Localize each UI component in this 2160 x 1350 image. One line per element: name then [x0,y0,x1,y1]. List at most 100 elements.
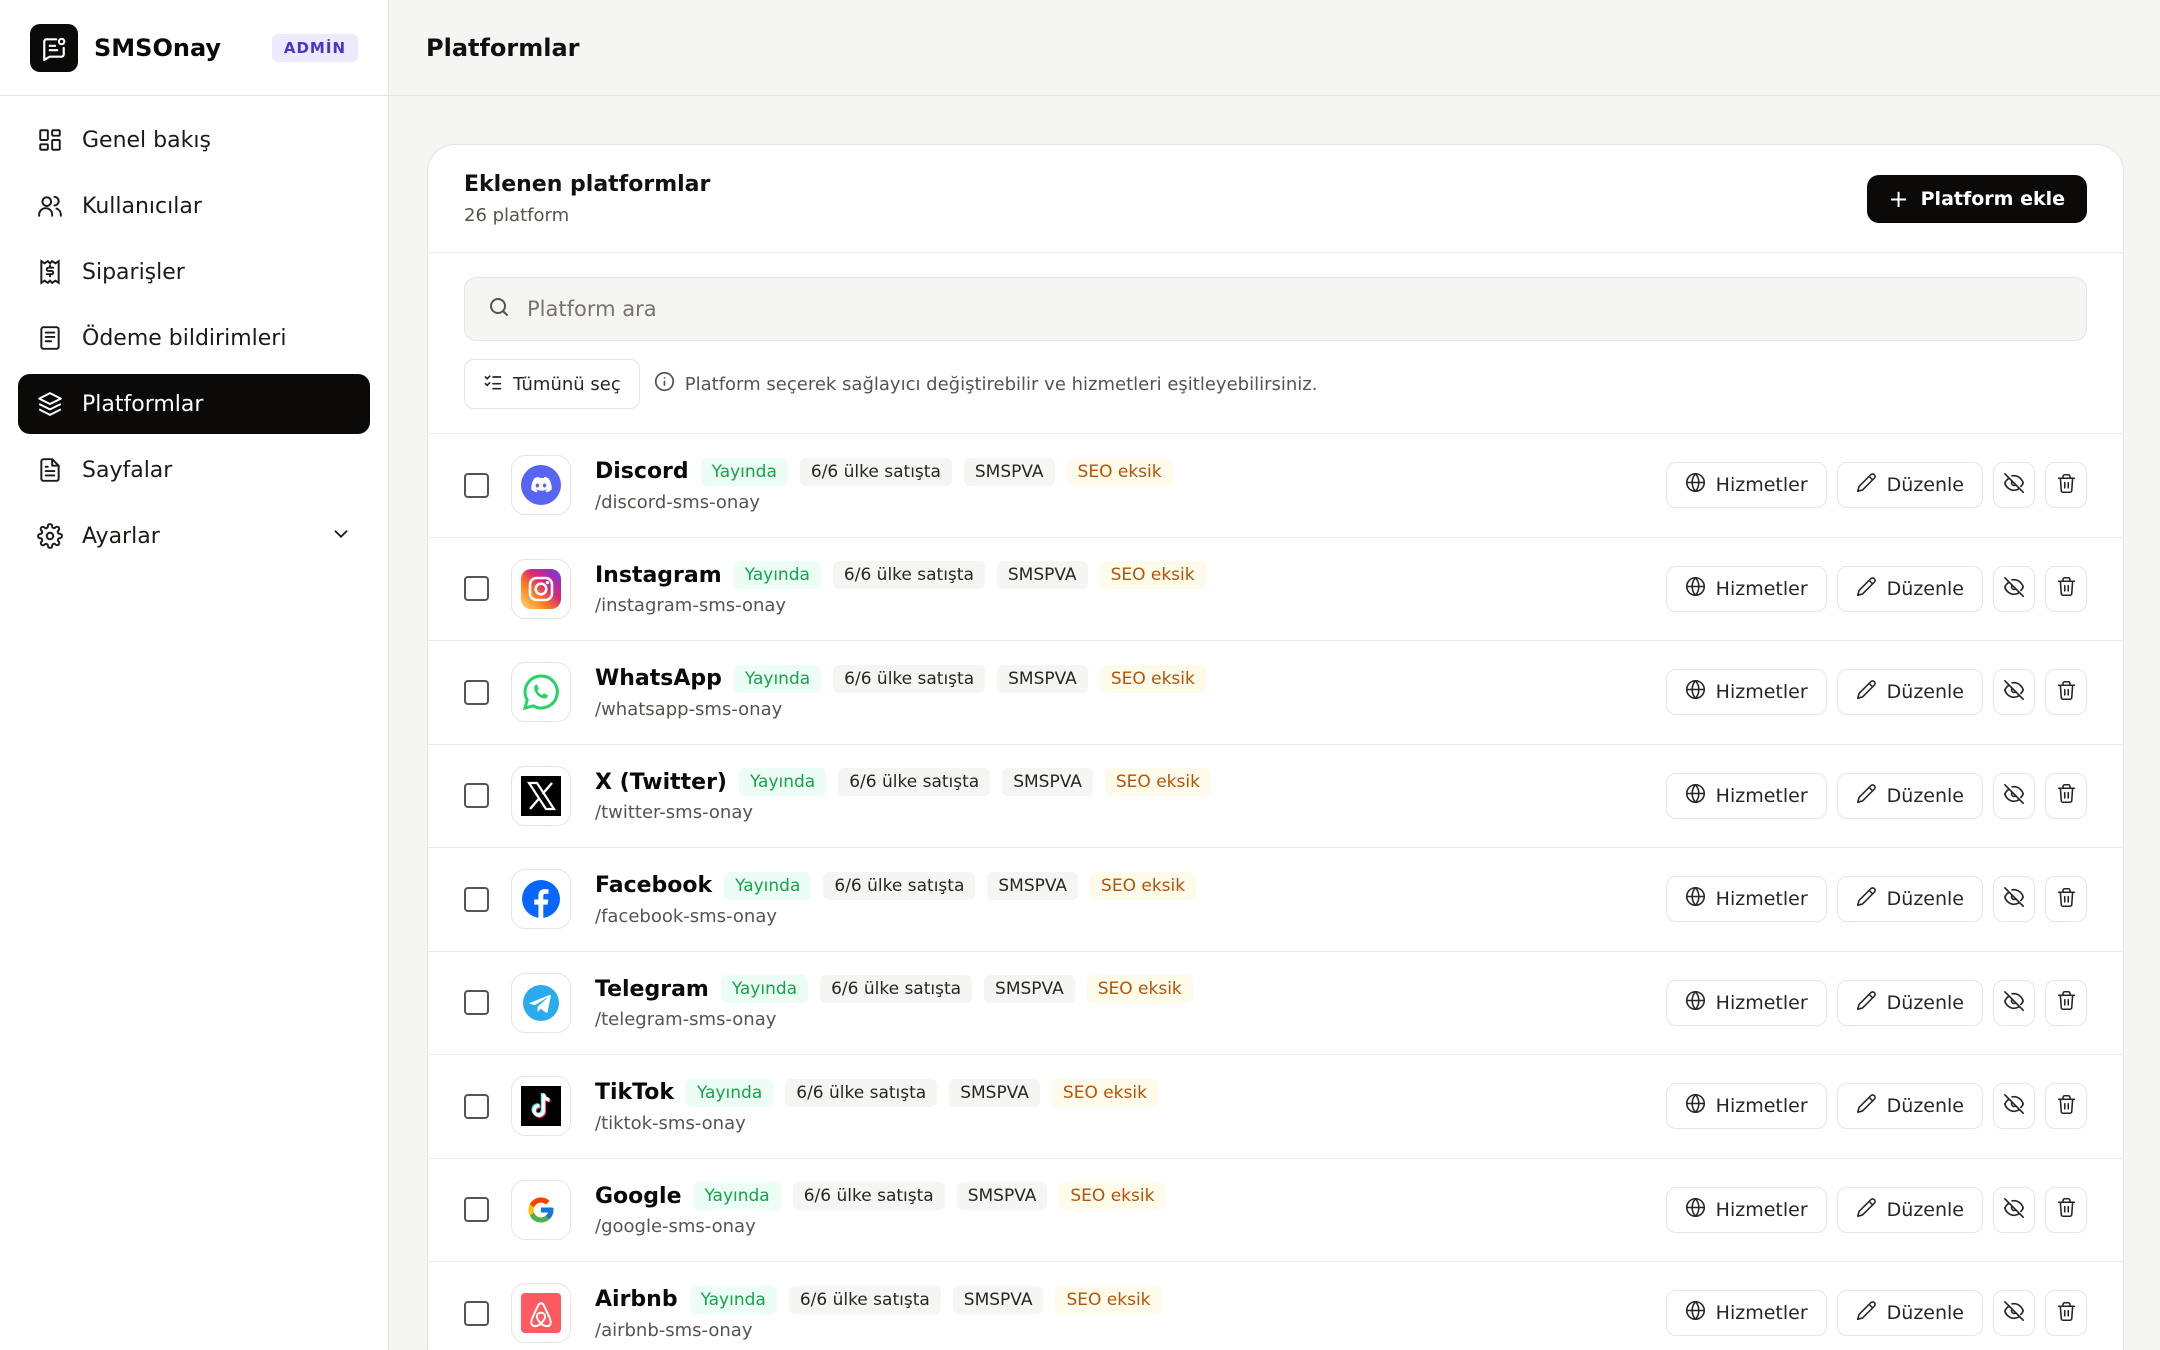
edit-button[interactable]: Düzenle [1836,669,1983,716]
trash-icon [2056,576,2077,601]
pencil-icon [1856,472,1877,498]
services-button[interactable]: Hizmetler [1665,1186,1827,1233]
seo-badge: SEO eksik [1066,457,1173,486]
provider-badge: SMSPVA [949,1078,1040,1107]
status-badge: Yayında [733,664,822,693]
sidebar-item-users[interactable]: Kullanıcılar [18,176,370,236]
edit-button[interactable]: Düzenle [1836,565,1983,612]
hide-button[interactable] [1993,462,2035,509]
platform-info: X (Twitter) Yayında 6/6 ülke satışta SMS… [595,768,1211,823]
row-actions: Hizmetler Düzenle [1656,1290,2087,1337]
delete-button[interactable] [2045,669,2087,716]
edit-label: Düzenle [1886,991,1964,1014]
card-title: Eklenen platformlar [464,171,711,197]
services-button[interactable]: Hizmetler [1665,1083,1827,1130]
row-checkbox[interactable] [464,472,489,498]
sidebar-item-overview[interactable]: Genel bakış [18,110,370,170]
delete-button[interactable] [2045,1186,2087,1233]
eye-off-icon [2003,1093,2025,1119]
eye-off-icon [2003,1197,2025,1223]
delete-button[interactable] [2045,772,2087,819]
services-button[interactable]: Hizmetler [1665,772,1827,819]
platform-name: Google [595,1183,682,1209]
edit-button[interactable]: Düzenle [1836,876,1983,923]
services-button[interactable]: Hizmetler [1665,669,1827,716]
row-checkbox[interactable] [464,1300,489,1326]
hide-button[interactable] [1993,772,2035,819]
delete-button[interactable] [2045,1290,2087,1337]
services-button[interactable]: Hizmetler [1665,876,1827,923]
services-button[interactable]: Hizmetler [1665,979,1827,1026]
list-tools: Tümünü seç Platform seçerek sağlayıcı de… [464,359,2087,409]
hide-button[interactable] [1993,979,2035,1026]
hint: Platform seçerek sağlayıcı değiştirebili… [654,371,1317,397]
row-checkbox[interactable] [464,886,489,912]
sidebar-item-pages[interactable]: Sayfalar [18,440,370,500]
countries-badge: 6/6 ülke satışta [820,975,973,1004]
services-button[interactable]: Hizmetler [1665,462,1827,509]
sidebar-item-settings[interactable]: Ayarlar [18,506,370,566]
hide-button[interactable] [1993,1083,2035,1130]
delete-button[interactable] [2045,1083,2087,1130]
trash-icon [2056,473,2077,498]
file-text-icon [36,456,64,484]
search-input[interactable] [527,297,1927,321]
edit-button[interactable]: Düzenle [1836,772,1983,819]
globe-icon [1685,1300,1706,1326]
countries-badge: 6/6 ülke satışta [792,1182,945,1211]
edit-button[interactable]: Düzenle [1836,1083,1983,1130]
select-all-button[interactable]: Tümünü seç [464,359,640,409]
status-badge: Yayında [693,1182,781,1211]
gear-icon [36,522,64,550]
add-platform-button[interactable]: + Platform ekle [1866,174,2087,223]
countries-badge: 6/6 ülke satışta [832,561,985,590]
services-label: Hizmetler [1715,888,1808,911]
row-actions: Hizmetler Düzenle [1656,979,2087,1026]
discord-icon [511,455,571,516]
sidebar-item-label: Platformlar [82,391,204,417]
table-row: Facebook Yayında 6/6 ülke satışta SMSPVA… [428,848,2123,952]
row-checkbox[interactable] [464,1197,489,1223]
list-doc-icon [36,324,64,352]
row-actions: Hizmetler Düzenle [1656,565,2087,612]
edit-button[interactable]: Düzenle [1836,979,1983,1026]
hide-button[interactable] [1993,669,2035,716]
row-actions: Hizmetler Düzenle [1656,1083,2087,1130]
edit-button[interactable]: Düzenle [1836,1186,1983,1233]
seo-badge: SEO eksik [1086,975,1193,1004]
row-checkbox[interactable] [464,783,489,809]
delete-button[interactable] [2045,462,2087,509]
search-icon [487,295,511,323]
edit-button[interactable]: Düzenle [1836,462,1983,509]
edit-label: Düzenle [1886,1095,1964,1118]
globe-icon [1685,679,1706,705]
row-checkbox[interactable] [464,1093,489,1119]
pencil-icon [1856,679,1877,705]
edit-button[interactable]: Düzenle [1836,1290,1983,1337]
services-button[interactable]: Hizmetler [1665,1290,1827,1337]
edit-label: Düzenle [1886,474,1964,497]
hide-button[interactable] [1993,1290,2035,1337]
platform-slug: /discord-sms-onay [595,491,761,513]
delete-button[interactable] [2045,979,2087,1026]
services-label: Hizmetler [1715,784,1808,807]
edit-label: Düzenle [1886,1198,1964,1221]
delete-button[interactable] [2045,565,2087,612]
row-checkbox[interactable] [464,990,489,1016]
row-checkbox[interactable] [464,679,489,705]
seo-badge: SEO eksik [1059,1182,1166,1211]
sidebar-item-platforms[interactable]: Platformlar [18,374,370,434]
services-button[interactable]: Hizmetler [1665,565,1827,612]
platform-info: Google Yayında 6/6 ülke satışta SMSPVA S… [595,1182,1166,1237]
hide-button[interactable] [1993,565,2035,612]
status-badge: Yayında [720,975,809,1004]
sidebar-item-payment-notices[interactable]: Ödeme bildirimleri [18,308,370,368]
sidebar-item-orders[interactable]: Siparişler [18,242,370,302]
search-box[interactable] [464,277,2087,341]
services-label: Hizmetler [1715,681,1808,704]
platform-list: Discord Yayında 6/6 ülke satışta SMSPVA … [428,433,2123,1350]
delete-button[interactable] [2045,876,2087,923]
row-checkbox[interactable] [464,576,489,602]
hide-button[interactable] [1993,876,2035,923]
hide-button[interactable] [1993,1186,2035,1233]
